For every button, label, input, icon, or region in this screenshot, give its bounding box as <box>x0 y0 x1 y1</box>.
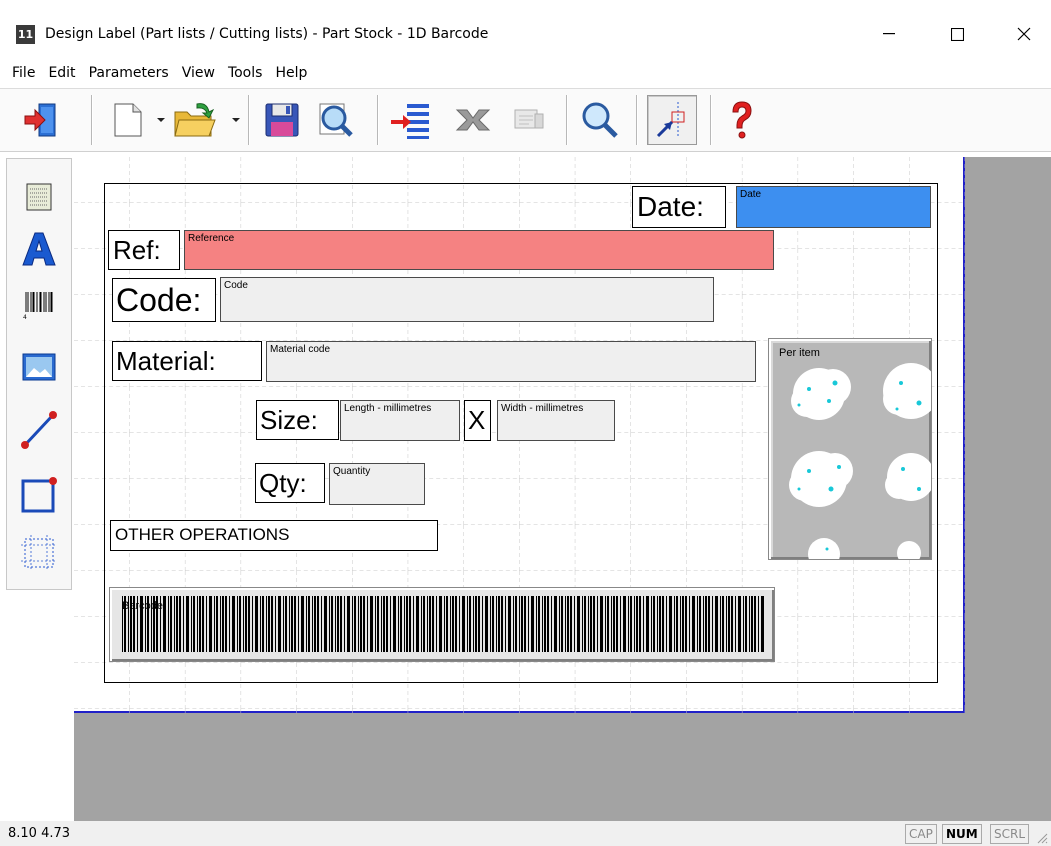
label-design-sheet[interactable]: Date: Date Ref: Reference Code: Code Mat… <box>74 157 965 713</box>
toolbar-separator <box>710 95 712 145</box>
open-dropdown-arrow[interactable] <box>232 118 240 122</box>
new-document-icon <box>114 103 142 137</box>
material-code-field[interactable]: Material code <box>266 341 756 382</box>
barcode-bars-icon <box>120 596 764 652</box>
toolbar-separator <box>91 95 93 145</box>
barcode-icon: 4 <box>23 292 53 320</box>
close-icon <box>1017 27 1031 41</box>
rectangle-tool[interactable] <box>15 469 63 517</box>
date-field[interactable]: Date <box>736 186 931 228</box>
toolbar-separator <box>636 95 638 145</box>
image-caption: Per item <box>779 347 820 359</box>
letter-a-icon <box>22 232 56 266</box>
minimize-button[interactable] <box>866 14 912 54</box>
rectangle-icon <box>21 477 57 513</box>
status-bar: 8.10 4.73 CAP NUM SCRL <box>0 821 1051 846</box>
barcode-box[interactable]: Barcode <box>109 587 775 662</box>
toolbar-separator <box>566 95 568 145</box>
barcode-field-label: Barcode <box>122 600 163 612</box>
print-preview-button[interactable] <box>309 95 359 145</box>
barcode-tool[interactable]: 4 <box>15 281 63 329</box>
menu-view[interactable]: View <box>182 65 215 81</box>
app-icon[interactable]: 11 <box>16 25 35 44</box>
window-title: Design Label (Part lists / Cutting lists… <box>45 26 489 42</box>
properties-button[interactable] <box>504 95 554 145</box>
delete-x-icon <box>455 109 491 131</box>
floppy-disk-icon <box>265 103 299 137</box>
title-bar: 11 Design Label (Part lists / Cutting li… <box>0 0 1051 60</box>
svg-text:4: 4 <box>23 314 27 320</box>
reference-field[interactable]: Reference <box>184 230 774 270</box>
menu-bar: File Edit Parameters View Tools Help <box>0 60 1051 86</box>
num-lock-indicator: NUM <box>942 824 982 844</box>
menu-help[interactable]: Help <box>275 65 307 81</box>
maximize-button[interactable] <box>934 14 980 54</box>
material-label[interactable]: Material: <box>112 341 262 381</box>
toolbar-separator <box>248 95 250 145</box>
caps-lock-indicator: CAP <box>905 824 937 844</box>
x-separator-label[interactable]: X <box>464 400 491 441</box>
cursor-coordinates: 8.10 4.73 <box>8 826 71 841</box>
magnifier-document-icon <box>319 103 353 137</box>
card-hand-icon <box>514 109 544 129</box>
menu-parameters[interactable]: Parameters <box>89 65 169 81</box>
insert-field-button[interactable] <box>386 95 436 145</box>
menu-edit[interactable]: Edit <box>48 65 75 81</box>
picture-icon <box>22 353 56 381</box>
open-button[interactable] <box>170 95 220 145</box>
save-button[interactable] <box>257 95 307 145</box>
main-toolbar <box>0 88 1051 152</box>
magnifier-icon <box>582 102 618 138</box>
frame-tool[interactable] <box>15 529 63 577</box>
code-label[interactable]: Code: <box>112 278 216 322</box>
exit-door-icon <box>24 103 56 137</box>
item-image-box[interactable]: Per item <box>768 338 932 560</box>
drawing-tools-toolbar: 4 <box>6 158 72 590</box>
ref-label[interactable]: Ref: <box>108 230 180 270</box>
grid-snap-icon <box>656 102 685 138</box>
close-button[interactable] <box>1001 14 1047 54</box>
menu-tools[interactable]: Tools <box>228 65 263 81</box>
toolbar-separator <box>377 95 379 145</box>
other-operations-label[interactable]: OTHER OPERATIONS <box>110 520 438 551</box>
exit-button[interactable] <box>16 95 66 145</box>
length-field[interactable]: Length - millimetres <box>340 400 460 441</box>
minimize-icon <box>883 33 895 35</box>
code-field[interactable]: Code <box>220 277 714 322</box>
date-label[interactable]: Date: <box>632 186 726 228</box>
help-button[interactable] <box>716 95 766 145</box>
size-label[interactable]: Size: <box>256 400 339 440</box>
design-canvas[interactable]: Date: Date Ref: Reference Code: Code Mat… <box>74 157 1051 821</box>
text-block-tool[interactable] <box>15 173 63 221</box>
scroll-lock-indicator: SCRL <box>990 824 1030 844</box>
width-field[interactable]: Width - millimetres <box>497 400 615 441</box>
text-tool[interactable] <box>15 225 63 273</box>
resize-grip-icon[interactable] <box>1036 832 1048 844</box>
placeholder-image-icon <box>773 343 931 559</box>
insert-list-icon <box>391 104 429 139</box>
zoom-button[interactable] <box>575 95 625 145</box>
qty-label[interactable]: Qty: <box>255 463 325 503</box>
dashed-frame-icon <box>21 535 57 571</box>
memo-sheet-icon <box>26 183 52 211</box>
snap-to-grid-button[interactable] <box>647 95 697 145</box>
open-folder-icon <box>174 103 216 137</box>
line-icon <box>21 411 57 449</box>
new-button[interactable] <box>102 95 152 145</box>
quantity-field[interactable]: Quantity <box>329 463 425 505</box>
line-tool[interactable] <box>15 405 63 453</box>
maximize-icon <box>950 27 964 41</box>
delete-button[interactable] <box>448 95 498 145</box>
image-tool[interactable] <box>15 343 63 391</box>
menu-file[interactable]: File <box>12 65 35 81</box>
new-dropdown-arrow[interactable] <box>157 118 165 122</box>
help-question-icon <box>732 101 752 139</box>
